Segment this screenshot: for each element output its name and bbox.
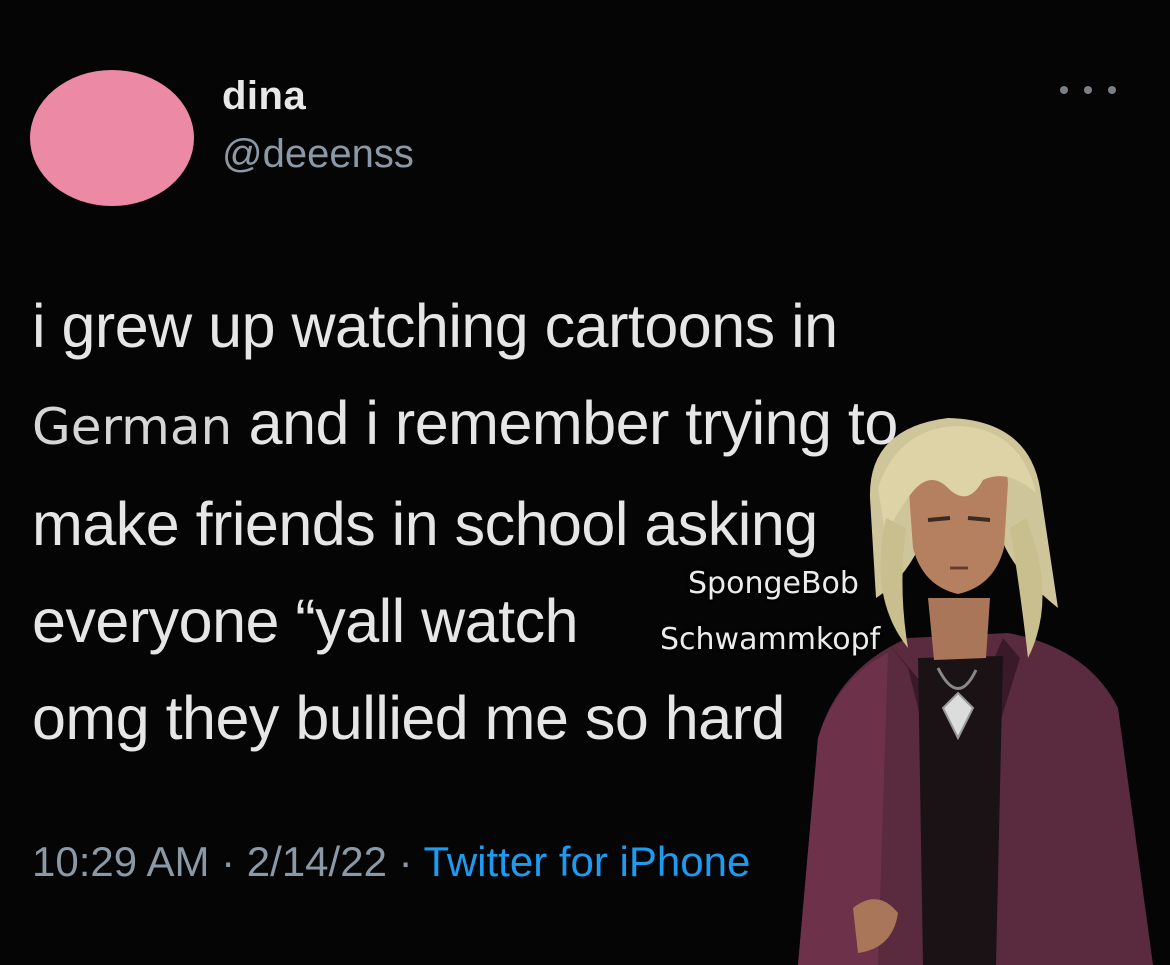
- tweet-line: i grew up watching cartoons in: [32, 292, 838, 360]
- tweet-date[interactable]: 2/14/22: [247, 838, 387, 885]
- tweet-metadata: 10:29 AM · 2/14/22 · Twitter for iPhone: [32, 838, 751, 885]
- meme-screenshot: dina @deeenss i grew up watching cartoon…: [0, 0, 1170, 965]
- more-options-button[interactable]: [1060, 78, 1116, 102]
- anime-character-illustration: [798, 418, 1153, 965]
- more-horizontal-icon: [1084, 86, 1092, 94]
- avatar[interactable]: [30, 70, 194, 206]
- tweet-time[interactable]: 10:29 AM: [32, 838, 209, 885]
- overlay-word-german: German: [32, 398, 233, 456]
- display-name[interactable]: dina: [222, 74, 306, 119]
- hair-lock-left-shape: [880, 518, 908, 648]
- neck-shape: [928, 598, 990, 660]
- eye-left-shape: [927, 516, 951, 522]
- overlay-caption-line2: Schwammkopf: [660, 622, 881, 657]
- user-handle[interactable]: @deeenss: [222, 132, 414, 177]
- tweet-source-link[interactable]: Twitter for iPhone: [424, 838, 751, 885]
- more-horizontal-icon: [1060, 86, 1068, 94]
- more-horizontal-icon: [1108, 86, 1116, 94]
- overlay-caption-line1: SpongeBob: [688, 566, 859, 601]
- eye-right-shape: [967, 516, 991, 522]
